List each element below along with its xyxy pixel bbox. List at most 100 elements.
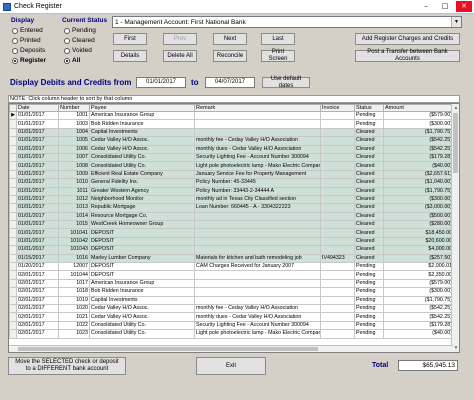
maximize-icon[interactable]: □ xyxy=(437,1,453,12)
row-selector[interactable] xyxy=(9,236,17,247)
row-selector[interactable] xyxy=(9,178,17,188)
row-selector[interactable] xyxy=(9,203,17,213)
status-option-all[interactable]: All xyxy=(64,56,80,65)
row-selector[interactable] xyxy=(9,228,17,238)
status-option-cleared[interactable]: Cleared xyxy=(64,36,95,45)
next-button[interactable]: Next xyxy=(213,33,247,45)
move-to-different-account-button[interactable]: Move the SELECTED check or deposit to a … xyxy=(8,357,126,375)
radio-button[interactable] xyxy=(64,47,70,54)
table-row[interactable]: 01/01/2017 1011 Greater Western Agency Poli… xyxy=(9,186,454,196)
horizontal-scrollbar[interactable] xyxy=(9,345,453,352)
row-selector[interactable] xyxy=(9,278,17,289)
prev-button[interactable]: Prev xyxy=(163,33,197,45)
scroll-thumb[interactable] xyxy=(453,113,458,173)
table-row[interactable]: 02/01/2017 1017 American Insurance Group Pe… xyxy=(9,278,454,289)
use-default-dates-button[interactable]: Use default dates xyxy=(262,76,310,89)
reconcile-button[interactable]: Reconcile xyxy=(213,50,247,62)
table-row[interactable]: 01/01/2017 101042 DEPOSIT Cleared $20,600.00 xyxy=(9,236,454,247)
table-row[interactable]: 01/01/2017 1008 Consolidated Utility Co. Li… xyxy=(9,161,454,171)
radio-button[interactable] xyxy=(64,37,70,44)
row-selector[interactable] xyxy=(9,152,17,163)
current-row-indicator-icon[interactable]: ▶ xyxy=(9,110,17,121)
first-button[interactable]: First xyxy=(113,33,147,45)
table-row[interactable]: 02/01/2017 1020 Cedar Valley H/O Assoc. mon… xyxy=(9,303,454,314)
table-row[interactable]: 01/01/2017 1004 Capital Investments Cleared… xyxy=(9,127,454,138)
row-selector[interactable] xyxy=(9,262,17,272)
header-status[interactable]: Status xyxy=(354,104,384,112)
display-option-entered[interactable]: Entered xyxy=(12,26,43,35)
table-row[interactable]: 01/01/2017 1012 Neighborhood Monitor monthl… xyxy=(9,194,454,205)
radio-button[interactable] xyxy=(64,57,70,64)
row-selector[interactable] xyxy=(9,287,17,297)
header-payee[interactable]: Payee xyxy=(89,104,195,112)
table-row[interactable]: 01/01/2017 1015 WestCreek Homeowner Group C… xyxy=(9,220,454,230)
table-row[interactable]: 02/01/2017 1021 Cedar Valley H/O Assoc. mon… xyxy=(9,312,454,322)
display-option-register[interactable]: Register xyxy=(12,56,46,65)
table-row[interactable]: 01/01/2017 101041 DEPOSIT Cleared $18,450.00 xyxy=(9,228,454,238)
hscroll-thumb[interactable] xyxy=(18,347,318,351)
details-button[interactable]: Details xyxy=(113,50,147,62)
radio-button[interactable] xyxy=(64,27,70,34)
table-row[interactable]: 02/01/2017 101044 DEPOSIT Pending $2,350.00 xyxy=(9,270,454,280)
row-selector[interactable] xyxy=(9,220,17,230)
delete-all-button[interactable]: Delete All xyxy=(163,50,197,62)
header-date[interactable]: Date xyxy=(16,104,59,112)
table-row[interactable]: 02/01/2017 1019 Capital Investments Pending… xyxy=(9,295,454,306)
row-selector[interactable] xyxy=(9,253,17,264)
row-selector[interactable] xyxy=(9,270,17,280)
table-row[interactable]: 02/01/2017 1018 Bob Ridden Insurance Pendin… xyxy=(9,287,454,297)
table-row[interactable]: 01/01/2017 1014 Resource Mortgage Co. Clear… xyxy=(9,211,454,222)
header-invoice[interactable]: Invoice xyxy=(320,104,355,112)
header-amount[interactable]: Amount xyxy=(383,104,454,112)
radio-button[interactable] xyxy=(12,37,18,44)
row-selector[interactable] xyxy=(9,127,17,138)
status-option-voided[interactable]: Voided xyxy=(64,46,92,55)
row-selector[interactable] xyxy=(9,295,17,306)
table-row[interactable]: 01/20/2017 12007 DEPOSIT CAM Charges Receiv… xyxy=(9,262,454,272)
exit-button[interactable]: Exit xyxy=(196,357,266,375)
scroll-down-icon[interactable]: ▼ xyxy=(452,344,459,352)
row-selector[interactable] xyxy=(9,186,17,196)
chevron-down-icon[interactable]: ▼ xyxy=(451,17,461,27)
status-option-pending[interactable]: Pending xyxy=(64,26,96,35)
last-button[interactable]: Last xyxy=(261,33,295,45)
print-screen-button[interactable]: Print Screen xyxy=(261,49,295,62)
table-row[interactable]: 01/01/2017 1013 Republic Mortgage Loan Numb… xyxy=(9,203,454,213)
header-number[interactable]: Number xyxy=(58,104,90,112)
radio-button[interactable] xyxy=(12,47,18,54)
date-to-input[interactable]: 04/07/2017 xyxy=(205,77,255,88)
row-selector[interactable] xyxy=(9,303,17,314)
post-transfer-button[interactable]: Post a Transfer between Bank Accounts xyxy=(355,49,460,62)
row-selector[interactable] xyxy=(9,211,17,222)
row-selector[interactable] xyxy=(9,169,17,180)
table-row[interactable]: 01/01/2017 1007 Consolidated Utility Co. Se… xyxy=(9,152,454,163)
table-row[interactable]: 01/01/2017 1003 Bob Ridden Insurance Pendin… xyxy=(9,119,454,129)
close-icon[interactable]: ✕ xyxy=(456,1,472,12)
row-selector[interactable] xyxy=(9,119,17,129)
add-register-charges-button[interactable]: Add Register Charges and Credits xyxy=(355,33,460,45)
row-selector[interactable] xyxy=(9,329,17,339)
radio-button[interactable] xyxy=(12,57,18,64)
row-selector[interactable] xyxy=(9,312,17,322)
row-selector[interactable] xyxy=(9,161,17,171)
row-selector[interactable] xyxy=(9,136,17,146)
date-from-input[interactable]: 01/01/2017 xyxy=(136,77,186,88)
display-option-printed[interactable]: Printed xyxy=(12,36,41,45)
table-row[interactable]: 02/01/2017 1022 Consolidated Utility Co. Se… xyxy=(9,320,454,331)
scroll-up-icon[interactable]: ▲ xyxy=(452,104,459,112)
account-select[interactable]: 1 - Management Account: First National B… xyxy=(112,16,462,28)
row-selector[interactable] xyxy=(9,320,17,331)
vertical-scrollbar[interactable]: ▲ ▼ xyxy=(451,104,459,352)
table-row[interactable]: 01/01/2017 1006 Cedar Valley H/O Assoc. mon… xyxy=(9,144,454,154)
row-selector[interactable] xyxy=(9,194,17,205)
minimize-icon[interactable]: – xyxy=(418,1,434,12)
table-row[interactable]: ▶ 01/01/2017 1001 American Insurance Group P… xyxy=(9,110,454,121)
row-selector[interactable] xyxy=(9,144,17,154)
table-row[interactable]: 01/01/2017 1005 Cedar Valley H/O Assoc. mon… xyxy=(9,136,454,146)
header-remark[interactable]: Remark xyxy=(194,104,321,112)
table-row[interactable]: 01/01/2017 101043 DEPOSIT Cleared $4,000.00 xyxy=(9,245,454,255)
radio-button[interactable] xyxy=(12,27,18,34)
row-selector[interactable] xyxy=(9,245,17,255)
display-option-deposits[interactable]: Deposits xyxy=(12,46,45,55)
table-row[interactable]: 02/01/2017 1023 Consolidated Utility Co. Li… xyxy=(9,329,454,339)
